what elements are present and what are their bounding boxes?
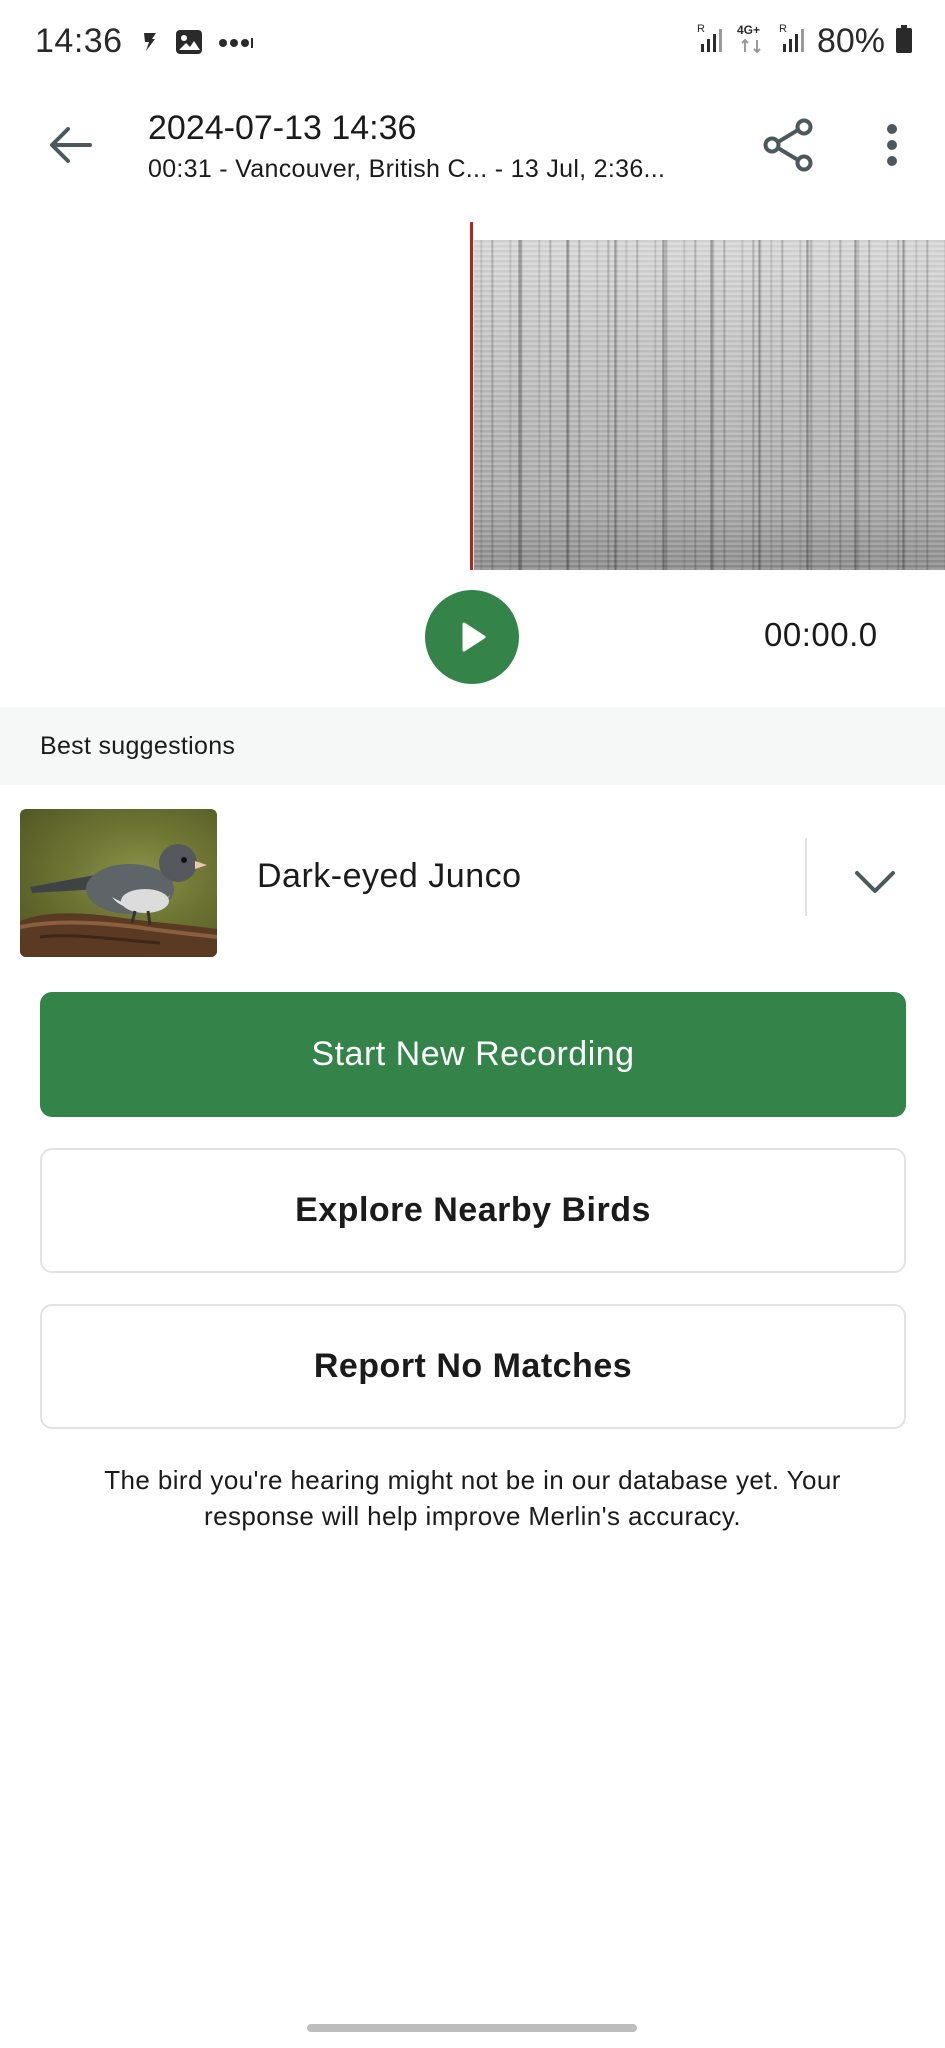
- playback-time: 00:00.0: [764, 616, 878, 653]
- start-new-recording-button[interactable]: Start New Recording: [40, 992, 906, 1117]
- screen: 14:36 R 4G+ R 80% 2024-07-13 14:36 00:31…: [0, 0, 945, 2048]
- gallery-icon: [174, 28, 204, 61]
- suggestions-header-label: Best suggestions: [40, 732, 236, 760]
- svg-text:R: R: [779, 23, 787, 35]
- signal-icon: R: [697, 22, 725, 61]
- play-button[interactable]: [425, 590, 519, 684]
- home-indicator[interactable]: [307, 2024, 637, 2032]
- expand-button[interactable]: [840, 852, 910, 912]
- page-title: 2024-07-13 14:36: [148, 109, 417, 147]
- report-no-matches-button[interactable]: Report No Matches: [40, 1304, 906, 1429]
- app-bar: 2024-07-13 14:36 00:31 - Vancouver, Brit…: [0, 95, 945, 225]
- bird-name[interactable]: Dark-eyed Junco: [257, 857, 522, 896]
- tiktok-icon: [140, 29, 160, 60]
- more-options-button[interactable]: [862, 115, 922, 175]
- status-bar: 14:36 R 4G+ R 80%: [0, 0, 945, 90]
- share-button[interactable]: [758, 115, 818, 175]
- battery-percent: 80%: [816, 22, 885, 60]
- row-divider: [805, 838, 807, 916]
- bird-photo[interactable]: [20, 809, 217, 957]
- explore-nearby-birds-button[interactable]: Explore Nearby Birds: [40, 1148, 906, 1273]
- play-icon: [462, 622, 486, 652]
- more-dots-icon: [218, 36, 254, 54]
- more-vert-icon: [887, 124, 897, 166]
- spectrogram-image: [474, 240, 945, 570]
- back-button[interactable]: [40, 115, 100, 175]
- chevron-down-icon: [855, 871, 895, 893]
- status-left-icons: [140, 28, 254, 61]
- status-time: 14:36: [35, 22, 123, 60]
- share-icon: [763, 118, 813, 172]
- svg-text:4G+: 4G+: [737, 23, 760, 37]
- svg-text:R: R: [697, 23, 705, 35]
- suggestion-item[interactable]: Dark-eyed Junco: [0, 800, 945, 962]
- status-right-icons: R 4G+ R 80%: [697, 22, 913, 61]
- info-text: The bird you're hearing might not be in …: [104, 1465, 841, 1531]
- playhead[interactable]: [470, 222, 473, 570]
- arrow-back-icon: [50, 127, 92, 163]
- network-type-icon: 4G+: [735, 22, 769, 61]
- battery-icon: [895, 24, 913, 59]
- spectrogram[interactable]: [0, 222, 945, 570]
- suggestions-header: Best suggestions: [0, 707, 945, 785]
- signal-icon-2: R: [779, 22, 807, 61]
- recording-subtitle: 00:31 - Vancouver, British C... - 13 Jul…: [148, 155, 666, 183]
